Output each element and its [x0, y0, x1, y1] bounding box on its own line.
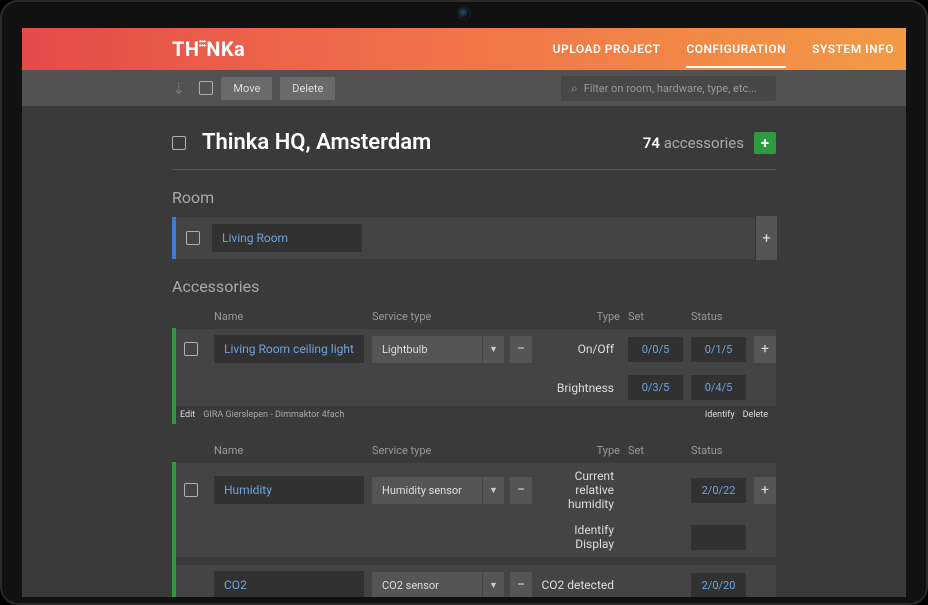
- chevron-down-icon[interactable]: ▼: [482, 572, 504, 598]
- col-status: Status: [691, 444, 746, 457]
- col-service: Service type: [372, 310, 532, 323]
- service-type-select[interactable]: Humidity sensor: [372, 477, 482, 504]
- accessory-checkbox[interactable]: [184, 483, 198, 497]
- accessory-checkbox[interactable]: [184, 342, 198, 356]
- accessory-group: Name Service type Type Set Status Lightb…: [172, 306, 776, 424]
- col-type: Type: [540, 310, 620, 323]
- toolbar: ⇣ Move Delete ⌕: [22, 70, 906, 106]
- select-all-checkbox[interactable]: [199, 81, 213, 95]
- type-label: Identify Display: [540, 523, 620, 551]
- nav-system-info[interactable]: SYSTEM INFO: [812, 30, 894, 68]
- project-checkbox[interactable]: [172, 136, 186, 150]
- status-address[interactable]: 2/0/22: [691, 478, 746, 503]
- accessory-footer: Edit GIRA Gierslepen - Dimmaktor 4fach I…: [172, 406, 776, 424]
- col-name: Name: [214, 310, 364, 323]
- accessory-group: Name Service type Type Set Status Humidi…: [172, 440, 776, 597]
- room-section-label: Room: [172, 170, 776, 217]
- col-name: Name: [214, 444, 364, 457]
- add-accessory-button[interactable]: +: [754, 132, 776, 154]
- delete-button[interactable]: Delete: [280, 77, 335, 100]
- col-service: Service type: [372, 444, 532, 457]
- chevron-down-icon[interactable]: ▼: [482, 336, 504, 363]
- identify-link[interactable]: Identify: [705, 410, 735, 420]
- room-row: +: [172, 217, 776, 259]
- col-set: Set: [628, 444, 683, 457]
- header: TH••••••NKa UPLOAD PROJECT CONFIGURATION…: [22, 28, 906, 70]
- project-title: Thinka HQ, Amsterdam: [202, 130, 431, 155]
- remove-service-button[interactable]: −: [510, 477, 532, 504]
- room-name-input[interactable]: [212, 224, 362, 252]
- device-label: GIRA Gierslepen - Dimmaktor 4fach: [203, 410, 344, 420]
- group-stripe: [172, 328, 176, 424]
- add-row-button[interactable]: +: [754, 336, 776, 363]
- remove-service-button[interactable]: −: [510, 572, 532, 598]
- accessories-section-label: Accessories: [172, 259, 776, 306]
- accessory-row: Lightbulb ▼ − On/Off 0/0/5 0/1/5 +: [172, 329, 776, 369]
- accessory-subrow: Brightness 0/3/5 0/4/5: [172, 369, 776, 406]
- search-input[interactable]: [584, 82, 766, 95]
- logo: TH••••••NKa: [172, 37, 245, 61]
- delete-link[interactable]: Delete: [743, 410, 768, 420]
- status-address[interactable]: 0/4/5: [691, 375, 746, 400]
- search-icon: ⌕: [571, 81, 578, 96]
- type-label: Current relative humidity: [540, 469, 620, 511]
- accessory-name-input[interactable]: [214, 335, 364, 363]
- reorder-handle-icon: ⇣: [172, 79, 185, 98]
- type-label: CO2 detected: [540, 578, 620, 592]
- edit-link[interactable]: Edit: [180, 410, 195, 420]
- room-checkbox[interactable]: [186, 231, 200, 245]
- col-type: Type: [540, 444, 620, 457]
- accessory-subrow: Identify Display: [172, 517, 776, 557]
- nav-upload-project[interactable]: UPLOAD PROJECT: [553, 30, 661, 68]
- move-button[interactable]: Move: [221, 77, 272, 100]
- accessory-name-input[interactable]: [214, 476, 364, 504]
- type-label: On/Off: [540, 342, 620, 356]
- group-stripe: [172, 462, 176, 597]
- type-label: Brightness: [540, 381, 620, 395]
- service-type-select[interactable]: CO2 sensor: [372, 572, 482, 598]
- tablet-camera: [459, 8, 470, 19]
- set-address[interactable]: 0/3/5: [628, 375, 683, 400]
- remove-service-button[interactable]: −: [510, 336, 532, 363]
- status-address-empty[interactable]: [691, 525, 746, 550]
- status-address[interactable]: 0/1/5: [691, 337, 746, 362]
- accessory-row: CO2 sensor ▼ − CO2 detected 2/0/20: [172, 565, 776, 597]
- add-room-button[interactable]: +: [755, 216, 777, 260]
- service-type-select[interactable]: Lightbulb: [372, 336, 482, 363]
- accessory-count-label: accessories: [664, 134, 744, 152]
- accessory-count: 74: [643, 134, 660, 152]
- chevron-down-icon[interactable]: ▼: [482, 477, 504, 504]
- status-address[interactable]: 2/0/20: [691, 573, 746, 598]
- accessory-name-input[interactable]: [214, 571, 364, 597]
- col-status: Status: [691, 310, 746, 323]
- accessory-row: Humidity sensor ▼ − Current relative hum…: [172, 463, 776, 517]
- add-row-button[interactable]: +: [754, 477, 776, 504]
- nav-configuration[interactable]: CONFIGURATION: [686, 30, 786, 68]
- set-address[interactable]: 0/0/5: [628, 337, 683, 362]
- col-set: Set: [628, 310, 683, 323]
